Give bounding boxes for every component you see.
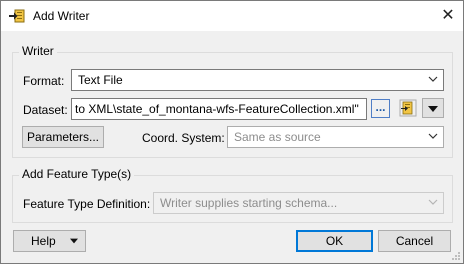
- format-value: Text File: [78, 73, 123, 87]
- parameters-button[interactable]: Parameters...: [22, 126, 104, 148]
- chevron-down-icon: [428, 76, 438, 82]
- cancel-button[interactable]: Cancel: [378, 230, 451, 252]
- dialog-title: Add Writer: [33, 9, 90, 23]
- caret-down-icon: [428, 106, 438, 112]
- browse-dots: ...: [375, 100, 386, 114]
- browse-button[interactable]: ...: [371, 99, 390, 118]
- coord-system-value: Same as source: [234, 130, 321, 144]
- dataset-value: to XML\state_of_montana-wfs-FeatureColle…: [75, 102, 359, 116]
- chevron-down-icon: [428, 199, 438, 205]
- dataset-dropdown-button[interactable]: [422, 98, 444, 118]
- format-dropdown[interactable]: Text File: [71, 69, 444, 91]
- dataset-options-icon[interactable]: [398, 98, 418, 118]
- coord-system-dropdown[interactable]: Same as source: [227, 126, 444, 148]
- feature-type-definition-label: Feature Type Definition:: [23, 197, 151, 211]
- dataset-label: Dataset:: [23, 103, 68, 117]
- close-icon[interactable]: ✕: [433, 1, 463, 31]
- resize-grip-icon[interactable]: [451, 251, 461, 261]
- dataset-field[interactable]: to XML\state_of_montana-wfs-FeatureColle…: [71, 98, 367, 120]
- caret-down-icon: [70, 238, 78, 244]
- format-label: Format:: [23, 74, 65, 88]
- feature-type-group-label: Add Feature Type(s): [19, 167, 135, 181]
- ok-button[interactable]: OK: [296, 230, 373, 252]
- help-button[interactable]: Help: [13, 230, 86, 252]
- chevron-down-icon: [428, 133, 438, 139]
- writer-group-label: Writer: [19, 44, 57, 58]
- feature-type-definition-dropdown[interactable]: Writer supplies starting schema...: [153, 192, 444, 214]
- help-label: Help: [31, 234, 56, 248]
- feature-type-definition-value: Writer supplies starting schema...: [160, 196, 338, 210]
- title-bar: Add Writer ✕: [1, 1, 463, 31]
- coord-system-label: Coord. System:: [142, 131, 225, 145]
- add-writer-icon: [9, 9, 25, 23]
- add-writer-dialog: Add Writer ✕ Writer Format: Text File Da…: [0, 0, 464, 264]
